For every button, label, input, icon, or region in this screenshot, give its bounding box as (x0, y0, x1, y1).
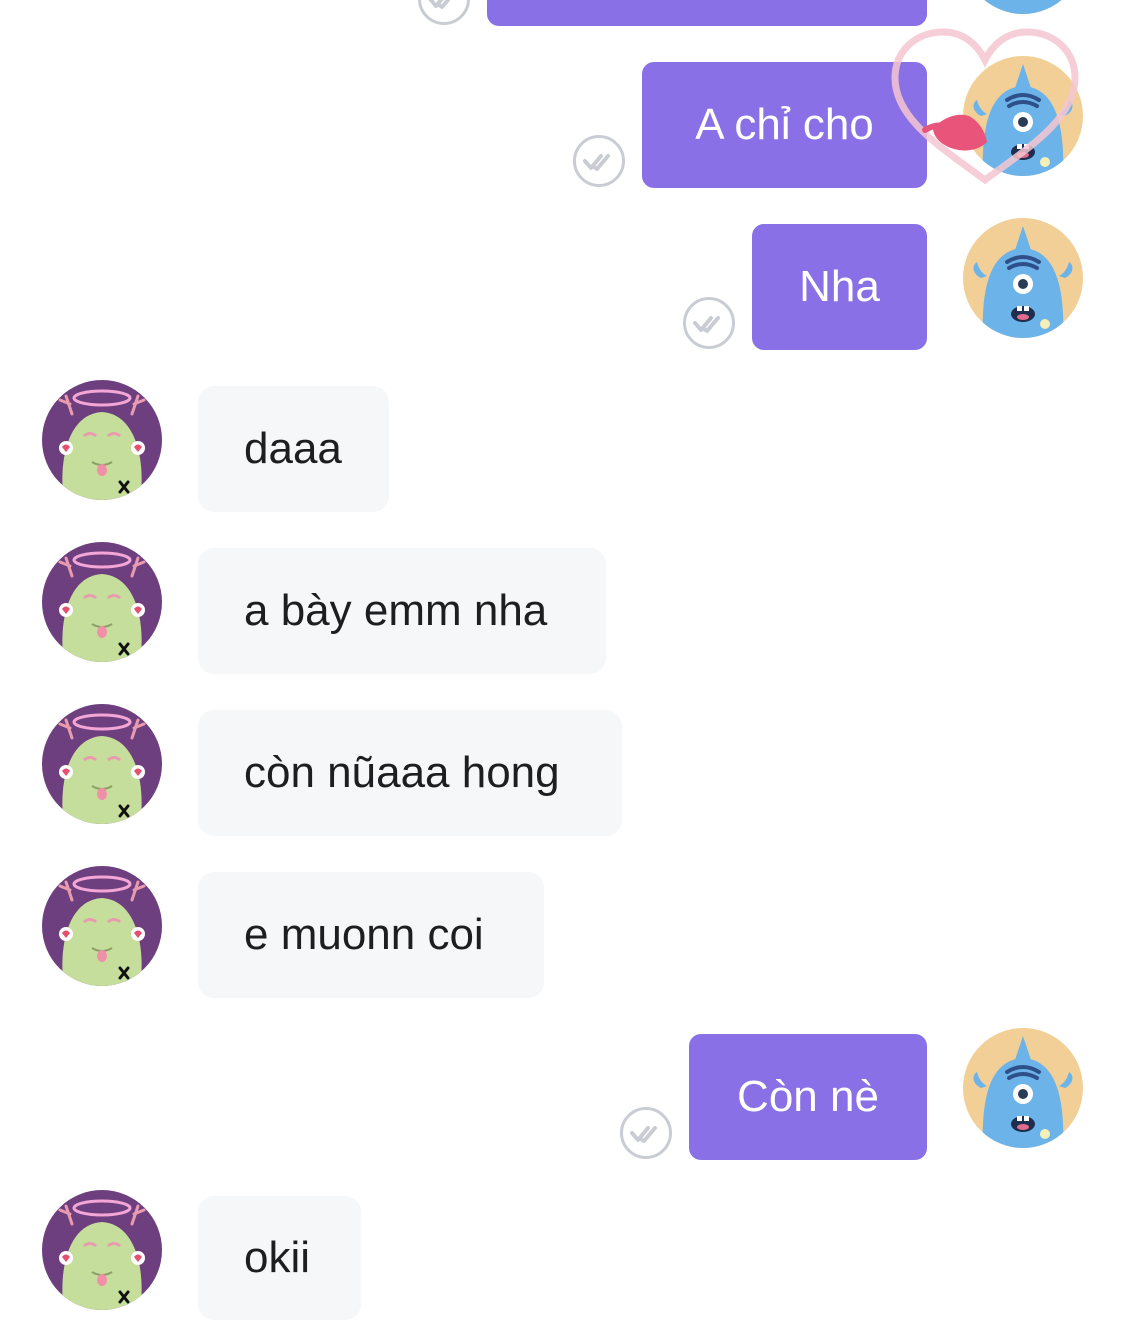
blue-monster-avatar-icon[interactable] (963, 0, 1083, 14)
green-monster-avatar-icon[interactable] (42, 866, 162, 986)
double-check-icon (418, 0, 470, 25)
message-text: còn nũaaa hong (244, 748, 560, 797)
double-check-icon (573, 135, 625, 187)
double-check-icon (683, 297, 735, 349)
blue-monster-avatar-icon[interactable] (963, 56, 1083, 176)
blue-monster-avatar-icon[interactable] (963, 218, 1083, 338)
message-bubble-outgoing[interactable]: Còn nè (689, 1034, 927, 1160)
message-text: e muonn coi (244, 910, 484, 959)
message-bubble-outgoing[interactable] (487, 0, 927, 26)
chat-thread: A chỉ cho Nha daaa a bày emm nha còn nũa… (0, 0, 1125, 1320)
double-check-icon (620, 1107, 672, 1159)
message-text: okii (244, 1233, 311, 1282)
message-bubble-incoming[interactable]: okii (198, 1196, 361, 1320)
message-text: A chỉ cho (695, 100, 874, 149)
message-text: daaa (244, 424, 342, 473)
message-bubble-outgoing[interactable]: A chỉ cho (642, 62, 927, 188)
green-monster-avatar-icon[interactable] (42, 542, 162, 662)
message-bubble-incoming[interactable]: e muonn coi (198, 872, 544, 998)
message-text: Còn nè (737, 1072, 879, 1121)
message-text: Nha (799, 262, 880, 311)
green-monster-avatar-icon[interactable] (42, 704, 162, 824)
message-bubble-incoming[interactable]: còn nũaaa hong (198, 710, 622, 836)
message-bubble-outgoing[interactable]: Nha (752, 224, 927, 350)
blue-monster-avatar-icon[interactable] (963, 1028, 1083, 1148)
green-monster-avatar-icon[interactable] (42, 380, 162, 500)
message-text: a bày emm nha (244, 586, 548, 635)
green-monster-avatar-icon[interactable] (42, 1190, 162, 1310)
message-bubble-incoming[interactable]: a bày emm nha (198, 548, 606, 674)
message-bubble-incoming[interactable]: daaa (198, 386, 389, 512)
